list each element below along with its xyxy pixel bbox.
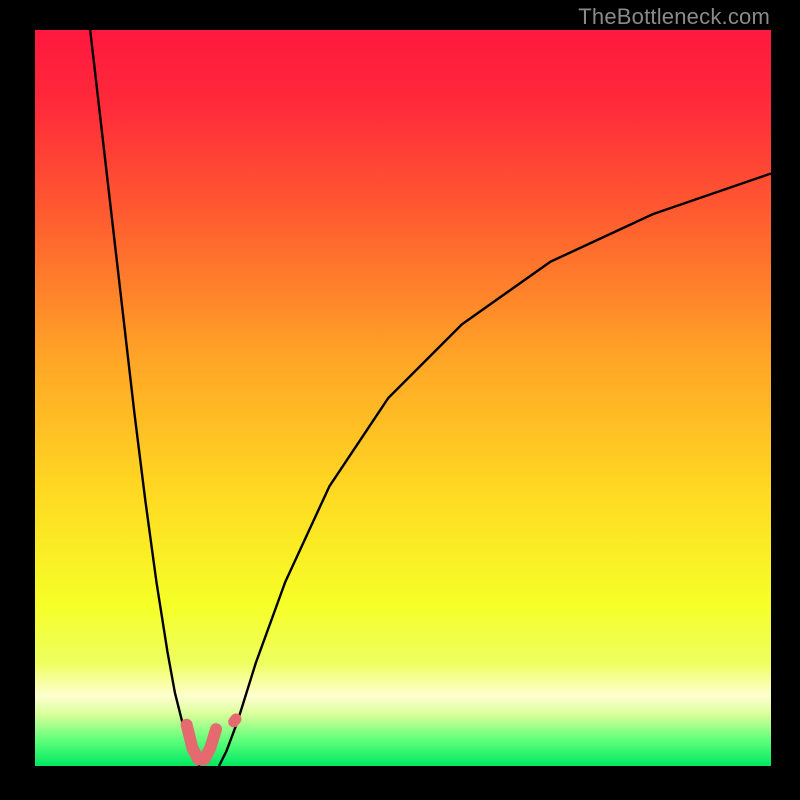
outer-frame: TheBottleneck.com [0,0,800,800]
series-highlight-dot [234,719,236,722]
series-highlight-u [187,725,216,760]
watermark-text: TheBottleneck.com [578,4,770,30]
series-right-branch [219,174,771,766]
curve-layer [35,30,771,766]
series-left-branch [90,30,200,766]
plot-area [35,30,771,766]
